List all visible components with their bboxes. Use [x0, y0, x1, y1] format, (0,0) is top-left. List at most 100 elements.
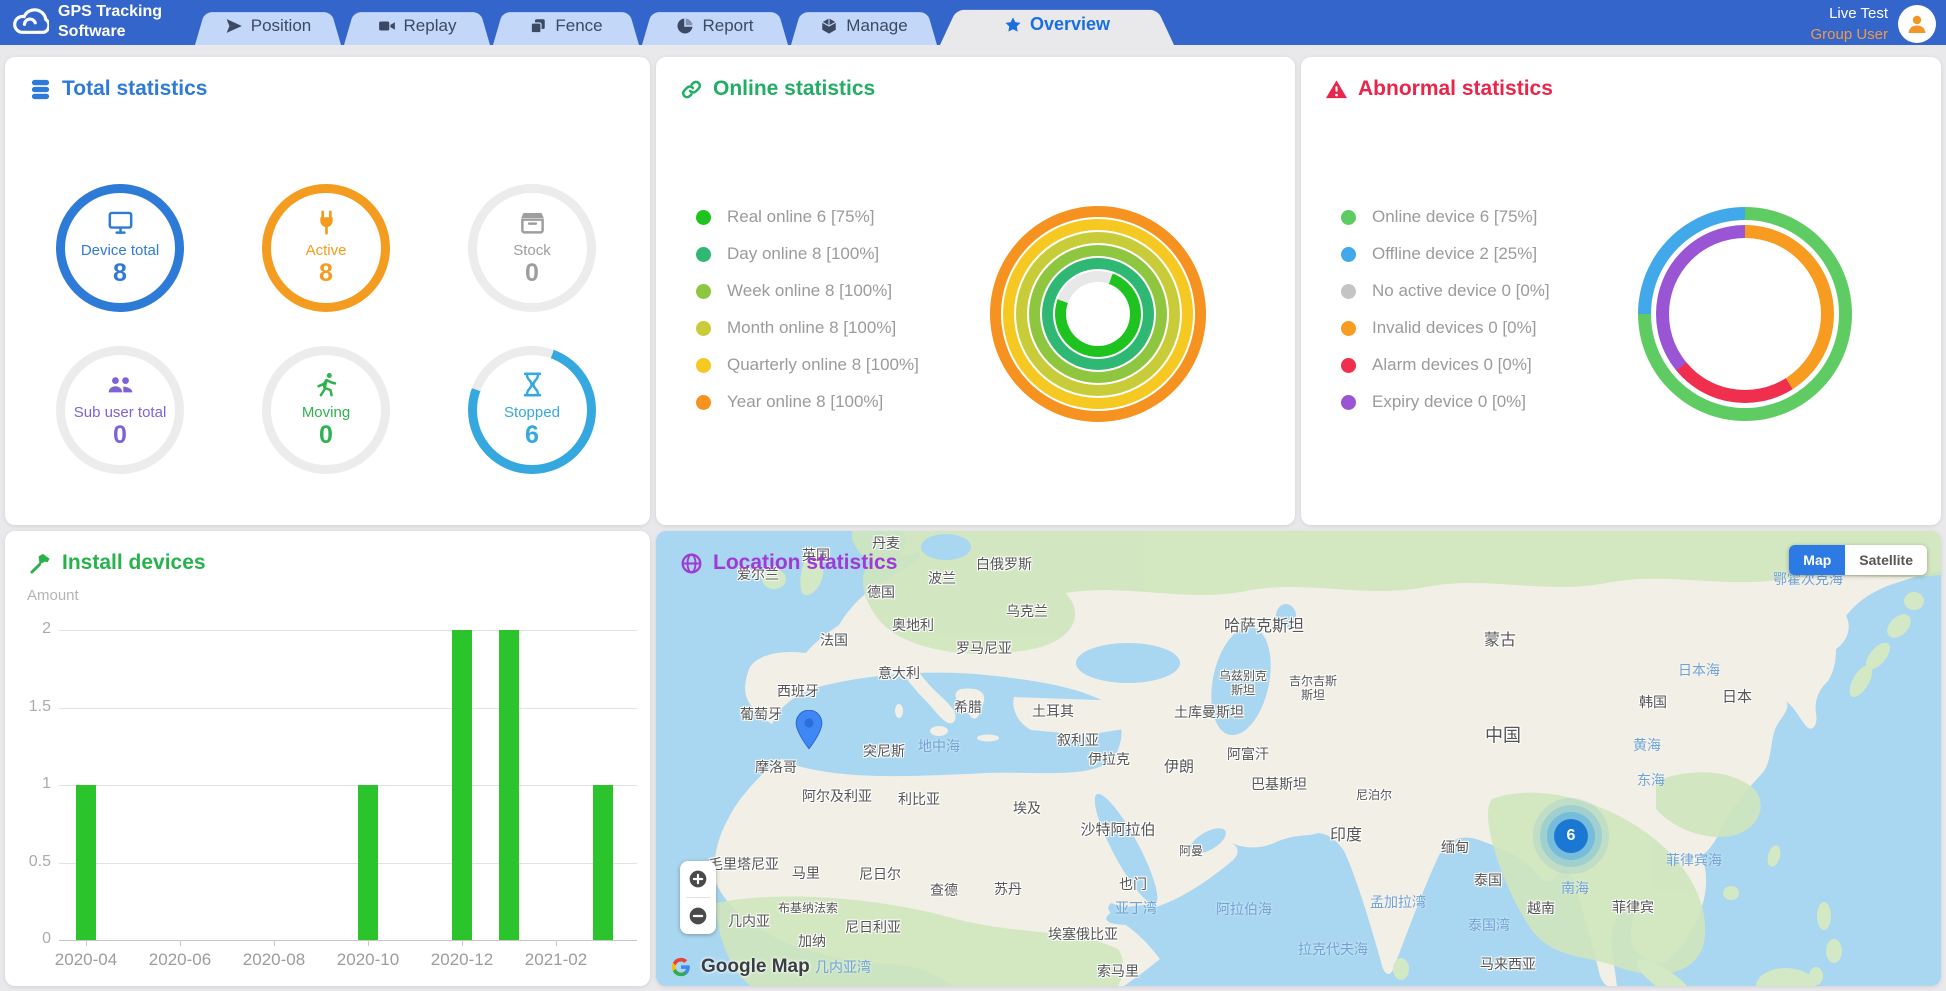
satellite-button[interactable]: Satellite	[1845, 545, 1927, 575]
legend-label: Week online 8 [100%]	[727, 281, 892, 301]
x-tick-label: 2020-04	[55, 950, 117, 970]
y-tick-label: 0.5	[11, 853, 51, 871]
map-place-label: 沙特阿拉伯	[1080, 821, 1155, 838]
legend-item[interactable]: Year online 8 [100%]	[696, 390, 919, 414]
map-place-label: 乌兹别克 斯坦	[1219, 670, 1267, 698]
legend-item[interactable]: Week online 8 [100%]	[696, 279, 919, 303]
stat-circle-stock: Stock 0	[468, 184, 596, 312]
users-icon	[107, 371, 134, 403]
legend-item[interactable]: Day online 8 [100%]	[696, 242, 919, 266]
legend-dot	[696, 247, 711, 262]
legend-item[interactable]: Invalid devices 0 [0%]	[1341, 316, 1550, 340]
stats-grid: Device total 8 Active 8 Stock 0 Sub user…	[5, 115, 650, 525]
map-place-label: 波兰	[928, 570, 956, 586]
zoom-in-button[interactable]	[680, 861, 716, 897]
tab-label: Position	[251, 16, 311, 36]
tab-label: Report	[702, 16, 753, 36]
legend-dot	[1341, 284, 1356, 299]
hammer-icon	[29, 552, 52, 575]
legend-dot	[1341, 321, 1356, 336]
tab-report[interactable]: Report	[642, 7, 788, 45]
link-icon	[680, 78, 703, 101]
ring-day-online	[1042, 258, 1154, 370]
avatar[interactable]	[1898, 5, 1936, 43]
legend-label: Real online 6 [75%]	[727, 207, 874, 227]
map-place-label: 几内亚	[728, 913, 770, 929]
gridline	[59, 630, 637, 631]
map-place-label: 泰国	[1474, 872, 1502, 888]
tab-fence[interactable]: Fence	[493, 7, 639, 45]
gridline	[59, 863, 637, 864]
map-type-control: Map Satellite	[1789, 545, 1927, 575]
gridline	[59, 940, 637, 941]
legend-item[interactable]: Alarm devices 0 [0%]	[1341, 353, 1550, 377]
app-title-line1: GPS Tracking	[58, 2, 162, 22]
legend-item[interactable]: No active device 0 [0%]	[1341, 279, 1550, 303]
legend-item[interactable]: Real online 6 [75%]	[696, 205, 919, 229]
legend-item[interactable]: Month online 8 [100%]	[696, 316, 919, 340]
google-attribution[interactable]: Google Map	[670, 956, 810, 978]
legend-dot	[696, 358, 711, 373]
online-legend: Real online 6 [75%] Day online 8 [100%] We…	[696, 205, 919, 427]
map-place-label: 马来西亚	[1480, 956, 1536, 972]
hourglass-icon	[519, 371, 546, 403]
legend-dot	[696, 395, 711, 410]
abnormal-inner-ring	[1656, 225, 1834, 403]
map-place-label: 阿富汗	[1227, 746, 1269, 762]
map-place-label: 也门	[1119, 876, 1147, 892]
stat-circle-device-total: Device total 8	[56, 184, 184, 312]
legend-item[interactable]: Offline device 2 [25%]	[1341, 242, 1550, 266]
tab-label: Replay	[404, 16, 457, 36]
legend-label: Offline device 2 [25%]	[1372, 244, 1537, 264]
tab-label: Manage	[846, 16, 907, 36]
x-tick-label: 2020-12	[431, 950, 493, 970]
map-cluster-marker[interactable]: 6	[1554, 819, 1588, 853]
map-button[interactable]: Map	[1789, 545, 1845, 575]
warning-icon	[1325, 78, 1348, 101]
stat-circle-stopped: Stopped 6	[468, 346, 596, 474]
map-place-label: 乌克兰	[1006, 603, 1048, 619]
runner-icon	[313, 371, 340, 398]
legend-label: Invalid devices 0 [0%]	[1372, 318, 1536, 338]
map-place-label: 土库曼斯坦	[1174, 704, 1244, 720]
globe-icon	[680, 552, 703, 575]
hourglass-icon	[519, 371, 546, 398]
tab-manage[interactable]: Manage	[791, 7, 937, 45]
map-place-label: 索马里	[1097, 963, 1139, 979]
abnormal-donut-chart	[1638, 207, 1852, 421]
x-tick-mark	[368, 940, 369, 946]
x-tick-mark	[86, 940, 87, 946]
cloud-logo-icon	[10, 2, 50, 42]
map-pin-marker[interactable]	[795, 710, 823, 755]
tab-position[interactable]: Position	[195, 7, 341, 45]
plug-icon	[313, 209, 340, 241]
cloud-icon	[11, 3, 49, 41]
y-tick-label: 2	[11, 620, 51, 638]
legend-label: Alarm devices 0 [0%]	[1372, 355, 1532, 375]
zoom-out-button[interactable]	[680, 898, 716, 934]
pie-chart-icon	[676, 17, 694, 35]
stat-value: 8	[113, 260, 127, 288]
tab-overview[interactable]: Overview	[940, 4, 1174, 45]
stat-label: Stopped	[504, 404, 560, 421]
map-place-label: 意大利	[878, 665, 920, 681]
map-place-label: 伊朗	[1164, 758, 1194, 775]
legend-item[interactable]: Quarterly online 8 [100%]	[696, 353, 919, 377]
abnormal-statistics-panel: Abnormal statistics Online device 6 [75%…	[1301, 57, 1941, 525]
stat-label: Sub user total	[74, 404, 167, 421]
app-title-line2: Software	[58, 22, 162, 42]
users-icon	[107, 371, 134, 398]
gridline	[59, 785, 637, 786]
location-statistics-title: Location statistics	[680, 551, 897, 575]
tab-replay[interactable]: Replay	[344, 7, 490, 45]
cube-icon	[820, 17, 838, 35]
map-place-label: 加纳	[798, 933, 826, 949]
legend-item[interactable]: Online device 6 [75%]	[1341, 205, 1550, 229]
legend-dot	[1341, 247, 1356, 262]
legend-item[interactable]: Expiry device 0 [0%]	[1341, 390, 1550, 414]
video-camera-icon	[378, 17, 396, 35]
user-info[interactable]: Live Test Group User	[1810, 3, 1936, 45]
pin-icon	[795, 710, 823, 750]
map-place-label: 阿尔及利亚	[802, 788, 872, 804]
abnormal-outer-ring	[1638, 207, 1852, 421]
